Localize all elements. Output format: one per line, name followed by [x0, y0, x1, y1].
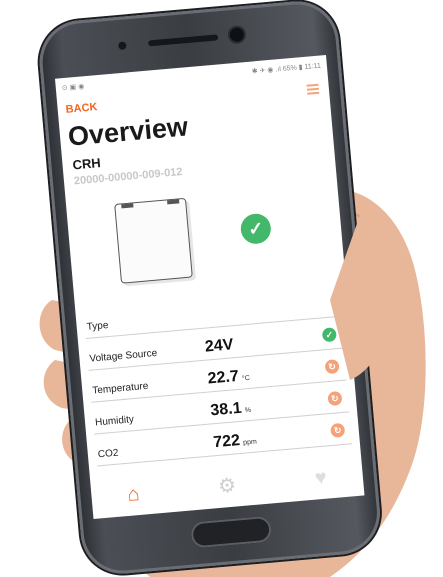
row-label: CO2: [97, 447, 119, 461]
app-screen: ⊙ ▣ ◉ ✱ ✈ ◉ .ıl 65% ▮ 11:11 BACK Overvie…: [54, 54, 365, 520]
status-check-icon: ✓: [239, 212, 273, 246]
warning-icon: ↻: [324, 359, 340, 375]
row-value: 38.1%: [209, 399, 252, 420]
status-left-icons: ⊙ ▣ ◉: [61, 83, 85, 93]
device-image: [114, 197, 193, 284]
gear-icon[interactable]: ⚙: [214, 474, 240, 498]
device-model: CRH: [71, 155, 102, 173]
phone: ⊙ ▣ ◉ ✱ ✈ ◉ .ıl 65% ▮ 11:11 BACK Overvie…: [36, 0, 384, 577]
heart-pulse-icon[interactable]: ♥: [308, 466, 334, 490]
ok-check-icon: ✓: [321, 327, 337, 343]
row-label: Type: [86, 320, 109, 333]
row-value: 722 ppm: [212, 431, 258, 452]
warning-icon: ↻: [330, 422, 346, 438]
row-label: Voltage Source: [89, 347, 158, 365]
row-label: Temperature: [91, 380, 149, 397]
menu-icon[interactable]: [306, 83, 320, 95]
page-title: Overview: [66, 111, 190, 152]
row-value: 24V: [204, 336, 235, 356]
row-value: 22.7 °C: [207, 367, 251, 388]
status-right-text: ✱ ✈ ◉ .ıl 65% ▮ 11:11: [251, 62, 322, 76]
row-label: Humidity: [94, 414, 135, 429]
back-button[interactable]: BACK: [65, 101, 98, 116]
home-icon[interactable]: ⌂: [121, 482, 147, 506]
readings-list: Type Voltage Source 24V ✓ Temperature 22…: [75, 284, 360, 467]
warning-icon: ↻: [327, 390, 343, 407]
